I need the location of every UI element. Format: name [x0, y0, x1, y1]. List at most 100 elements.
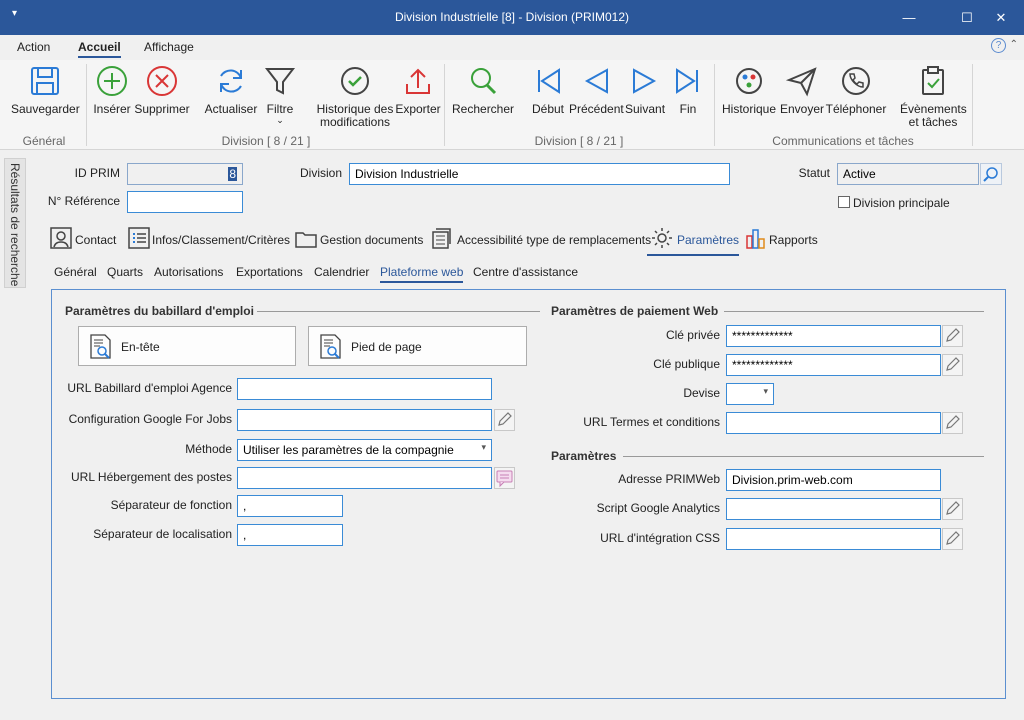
refresh-icon — [220, 69, 242, 93]
tab-parameters[interactable]: Paramètres — [651, 226, 739, 256]
analytics-field[interactable] — [726, 498, 941, 520]
delete-button[interactable]: Supprimer — [134, 64, 190, 116]
public-key-field[interactable]: ************* — [726, 354, 941, 376]
tab-documents[interactable]: Gestion documents — [295, 226, 425, 256]
previous-label: Précédent — [569, 102, 624, 116]
clipboard-check-icon — [922, 66, 944, 95]
parameters-section-title: Paramètres — [551, 449, 617, 463]
primweb-label: Adresse PRIMWeb — [618, 472, 720, 486]
public-key-label: Clé publique — [653, 357, 720, 371]
location-separator-field[interactable]: , — [237, 524, 343, 546]
division-field[interactable]: Division Industrielle — [349, 163, 730, 185]
document-search-icon — [90, 334, 111, 359]
private-key-field[interactable]: ************* — [726, 325, 941, 347]
analytics-edit-button[interactable] — [942, 498, 963, 520]
id-prim-value: 8 — [228, 167, 237, 181]
status-field[interactable]: Active — [837, 163, 979, 185]
hosting-url-comment-button[interactable] — [494, 467, 515, 489]
export-label: Exporter — [395, 102, 441, 116]
method-select[interactable]: Utiliser les paramètres de la compagnie … — [237, 439, 492, 461]
css-url-edit-button[interactable] — [942, 528, 963, 550]
tab-info-classification[interactable]: Infos/Classement/Critères — [128, 226, 290, 256]
ribbon-tab-action[interactable]: Action — [17, 40, 50, 54]
insert-label: Insérer — [93, 102, 131, 116]
subtab-shifts[interactable]: Quarts — [107, 265, 143, 279]
filter-dropdown-icon[interactable]: ⌄ — [262, 116, 298, 125]
pencil-icon — [946, 501, 960, 515]
refresh-label: Actualiser — [204, 102, 258, 116]
plus-circle-icon — [97, 66, 127, 96]
subtab-authorizations[interactable]: Autorisations — [154, 265, 223, 279]
search-button[interactable]: Rechercher — [452, 64, 514, 116]
url-agency-field[interactable] — [237, 378, 492, 400]
send-label: Envoyer — [780, 102, 825, 116]
terms-url-edit-button[interactable] — [942, 412, 963, 434]
first-label: Début — [531, 102, 565, 116]
close-button[interactable]: ✕ — [978, 0, 1024, 35]
insert-button[interactable]: Insérer — [92, 64, 132, 116]
status-lookup-button[interactable] — [980, 163, 1002, 185]
save-button[interactable]: Sauvegarder — [11, 64, 80, 116]
section-divider — [257, 311, 540, 312]
title-bar: ▾ Division Industrielle [8] - Division (… — [0, 0, 1024, 35]
check-circle-icon — [341, 67, 369, 95]
google-jobs-field[interactable] — [237, 409, 492, 431]
help-icon[interactable]: ? — [991, 38, 1006, 53]
tab-contact[interactable]: Contact — [50, 226, 120, 256]
terms-url-field[interactable] — [726, 412, 941, 434]
url-agency-label: URL Babillard d'emploi Agence — [67, 381, 232, 395]
css-url-field[interactable] — [726, 528, 941, 550]
reference-field[interactable] — [127, 191, 243, 213]
tab-parameters-label: Paramètres — [677, 233, 740, 247]
subtab-help-center[interactable]: Centre d'assistance — [473, 265, 578, 279]
search-results-label: Résultats de recherche — [8, 163, 22, 287]
group-general: Général — [22, 134, 66, 148]
css-url-label: URL d'intégration CSS — [600, 531, 720, 545]
subtab-exports[interactable]: Exportations — [236, 265, 303, 279]
function-separator-field[interactable]: , — [237, 495, 343, 517]
google-jobs-edit-button[interactable] — [494, 409, 515, 431]
filter-label: Filtre — [266, 102, 294, 116]
export-button[interactable]: Exporter — [395, 64, 441, 116]
subtab-calendar[interactable]: Calendrier — [314, 265, 369, 279]
documents-stack-icon — [432, 228, 451, 249]
subtab-web-platform[interactable]: Plateforme web — [380, 265, 464, 283]
paper-plane-icon — [785, 67, 817, 97]
minimize-button[interactable]: — — [886, 0, 932, 35]
funnel-icon — [264, 68, 296, 95]
filter-button[interactable]: Filtre ⌄ — [262, 64, 298, 125]
ribbon-tab-view[interactable]: Affichage — [144, 40, 194, 54]
phone-button[interactable]: Téléphoner — [825, 64, 887, 116]
next-record-button[interactable]: Suivant — [625, 64, 665, 116]
comm-history-button[interactable]: Historique — [720, 64, 778, 116]
footer-button[interactable]: Pied de page — [308, 326, 527, 366]
id-prim-field[interactable]: 8 — [127, 163, 243, 185]
history-button[interactable]: Historique des modifications — [315, 64, 395, 129]
pencil-icon — [946, 357, 960, 371]
main-division-checkbox[interactable] — [838, 196, 850, 208]
previous-record-button[interactable]: Précédent — [569, 64, 624, 116]
ribbon-tabs: Action Accueil Affichage ? ⌃ — [0, 35, 1024, 60]
private-key-label: Clé privée — [665, 328, 720, 342]
first-record-button[interactable]: Début — [530, 64, 566, 116]
subtab-general[interactable]: Général — [54, 265, 97, 279]
search-label: Rechercher — [452, 102, 515, 116]
currency-select[interactable]: ▾ — [726, 383, 774, 405]
refresh-button[interactable]: Actualiser — [204, 64, 258, 116]
events-tasks-button[interactable]: Évènements et tâches — [900, 64, 967, 129]
ribbon: Sauvegarder Général Insérer Supprimer Ac… — [0, 60, 1024, 150]
last-record-button[interactable]: Fin — [670, 64, 706, 116]
header-button[interactable]: En-tête — [78, 326, 296, 366]
send-button[interactable]: Envoyer — [780, 64, 824, 116]
tab-replacement-access[interactable]: Accessibilité type de remplacements — [432, 226, 651, 256]
document-search-icon — [320, 334, 341, 359]
ribbon-tab-home[interactable]: Accueil — [78, 40, 121, 58]
private-key-edit-button[interactable] — [942, 325, 963, 347]
primweb-field[interactable]: Division.prim-web.com — [726, 469, 941, 491]
floppy-disk-icon — [31, 67, 59, 95]
collapse-ribbon-icon[interactable]: ⌃ — [1010, 39, 1018, 50]
search-results-panel[interactable]: Résultats de recherche — [4, 158, 26, 288]
hosting-url-field[interactable] — [237, 467, 492, 489]
tab-reports[interactable]: Rapports — [745, 226, 825, 256]
public-key-edit-button[interactable] — [942, 354, 963, 376]
